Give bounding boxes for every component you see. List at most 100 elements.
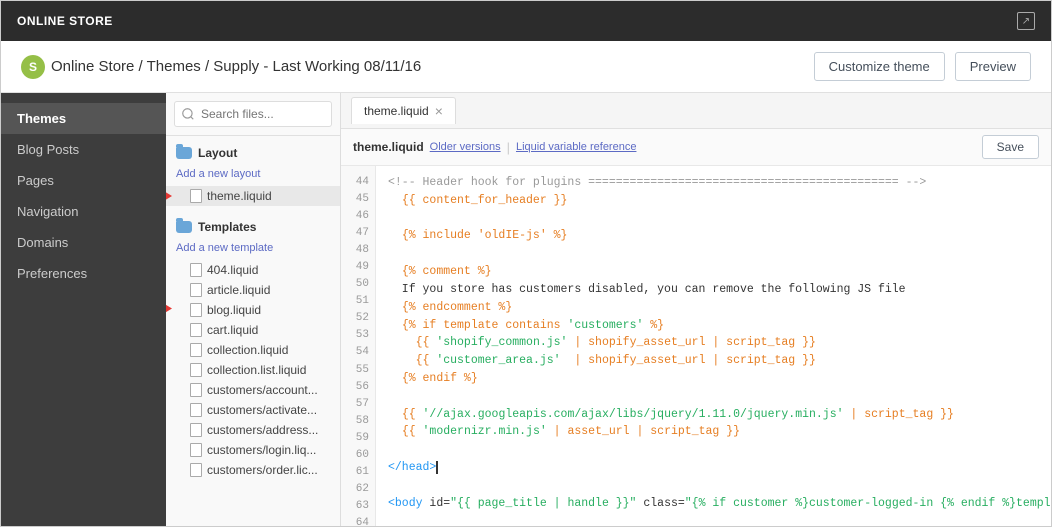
code-line-50: If you store has customers disabled, you…	[388, 281, 1039, 299]
file-icon	[190, 383, 202, 397]
code-editor[interactable]: 44 45 46 47 48 49 50 51 52 53 54 55 56 5…	[341, 166, 1051, 526]
file-item-theme-liquid[interactable]: theme.liquid	[166, 186, 340, 206]
ln-58: 58	[341, 413, 375, 430]
code-line-48	[388, 245, 1039, 263]
liquid-reference-link[interactable]: Liquid variable reference	[516, 141, 636, 153]
sidebar-item-domains[interactable]: Domains	[1, 227, 166, 258]
ln-59: 59	[341, 430, 375, 447]
tab-close-button[interactable]: ×	[435, 104, 443, 118]
templates-section-label: Templates	[198, 220, 256, 234]
content-area: Themes Blog Posts Pages Navigation Domai…	[1, 93, 1051, 526]
ln-52: 52	[341, 310, 375, 327]
file-name: customers/address...	[207, 423, 318, 437]
file-item-cust-account[interactable]: customers/account...	[166, 380, 340, 400]
editor-tabs: theme.liquid ×	[341, 93, 1051, 129]
editor-area: theme.liquid × theme.liquid Older versio…	[341, 93, 1051, 526]
ln-49: 49	[341, 259, 375, 276]
ln-46: 46	[341, 208, 375, 225]
sidebar-item-themes[interactable]: Themes	[1, 103, 166, 134]
layout-section-header: Layout	[166, 140, 340, 166]
code-line-55: {% endif %}	[388, 370, 1039, 388]
ln-48: 48	[341, 242, 375, 259]
file-icon	[190, 343, 202, 357]
file-icon	[190, 323, 202, 337]
code-line-49: {% comment %}	[388, 263, 1039, 281]
file-item-cust-order[interactable]: customers/order.lic...	[166, 460, 340, 480]
code-line-57: {{ '//ajax.googleapis.com/ajax/libs/jque…	[388, 406, 1039, 424]
file-name: customers/order.lic...	[207, 463, 318, 477]
pipe-separator: |	[507, 140, 510, 155]
ln-64: 64	[341, 515, 375, 526]
header-actions: Customize theme Preview	[814, 52, 1031, 81]
sidebar-item-preferences[interactable]: Preferences	[1, 258, 166, 289]
ln-54: 54	[341, 344, 375, 361]
file-name: cart.liquid	[207, 323, 258, 337]
top-bar-title: ONLINE STORE	[17, 14, 1017, 28]
ln-51: 51	[341, 293, 375, 310]
templates-folder-icon	[176, 221, 192, 233]
sidebar-item-blog-posts[interactable]: Blog Posts	[1, 134, 166, 165]
ln-45: 45	[341, 191, 375, 208]
ln-55: 55	[341, 362, 375, 379]
preview-button[interactable]: Preview	[955, 52, 1031, 81]
ln-57: 57	[341, 396, 375, 413]
ln-61: 61	[341, 464, 375, 481]
code-content[interactable]: <!-- Header hook for plugins ===========…	[376, 166, 1051, 526]
breadcrumb: S Online Store / Themes / Supply - Last …	[21, 55, 814, 79]
code-line-56	[388, 388, 1039, 406]
file-item-collection[interactable]: collection.liquid	[166, 340, 340, 360]
code-line-52: {% if template contains 'customers' %}	[388, 317, 1039, 335]
sidebar-item-pages[interactable]: Pages	[1, 165, 166, 196]
toolbar-right: Save	[982, 135, 1039, 159]
file-icon	[190, 189, 202, 203]
arrow-indicator-2	[166, 303, 172, 315]
ln-62: 62	[341, 481, 375, 498]
code-line-61	[388, 477, 1039, 495]
file-icon	[190, 443, 202, 457]
breadcrumb-text: Online Store / Themes / Supply - Last Wo…	[51, 58, 421, 75]
sidebar: Themes Blog Posts Pages Navigation Domai…	[1, 93, 166, 526]
arrow-indicator	[166, 190, 172, 202]
file-icon	[190, 423, 202, 437]
file-item-article[interactable]: article.liquid	[166, 280, 340, 300]
add-template-link[interactable]: Add a new template	[166, 240, 340, 260]
older-versions-link[interactable]: Older versions	[430, 141, 501, 153]
editor-filename: theme.liquid	[353, 140, 424, 154]
customize-theme-button[interactable]: Customize theme	[814, 52, 945, 81]
save-button[interactable]: Save	[982, 135, 1039, 159]
ln-47: 47	[341, 225, 375, 242]
code-line-54: {{ 'customer_area.js' | shopify_asset_ur…	[388, 352, 1039, 370]
file-item-collection-list[interactable]: collection.list.liquid	[166, 360, 340, 380]
ln-56: 56	[341, 379, 375, 396]
search-input[interactable]	[174, 101, 332, 127]
main-header: S Online Store / Themes / Supply - Last …	[1, 41, 1051, 93]
file-item-404[interactable]: 404.liquid	[166, 260, 340, 280]
file-icon	[190, 283, 202, 297]
ln-63: 63	[341, 498, 375, 515]
file-name: blog.liquid	[207, 303, 261, 317]
file-item-cust-login[interactable]: customers/login.liq...	[166, 440, 340, 460]
file-icon	[190, 363, 202, 377]
editor-toolbar: theme.liquid Older versions | Liquid var…	[341, 129, 1051, 166]
code-line-46	[388, 210, 1039, 228]
sidebar-item-navigation[interactable]: Navigation	[1, 196, 166, 227]
code-line-58: {{ 'modernizr.min.js' | asset_url | scri…	[388, 423, 1039, 441]
file-name: collection.list.liquid	[207, 363, 306, 377]
ln-53: 53	[341, 327, 375, 344]
editor-tab-theme-liquid[interactable]: theme.liquid ×	[351, 97, 456, 124]
file-item-cust-address[interactable]: customers/address...	[166, 420, 340, 440]
code-line-63	[388, 512, 1039, 526]
file-name: customers/activate...	[207, 403, 317, 417]
file-item-cust-activate[interactable]: customers/activate...	[166, 400, 340, 420]
ln-50: 50	[341, 276, 375, 293]
code-line-47: {% include 'oldIE-js' %}	[388, 227, 1039, 245]
code-line-44: <!-- Header hook for plugins ===========…	[388, 174, 1039, 192]
line-numbers: 44 45 46 47 48 49 50 51 52 53 54 55 56 5…	[341, 166, 376, 526]
file-item-cart[interactable]: cart.liquid	[166, 320, 340, 340]
external-link-icon[interactable]: ↗	[1017, 12, 1035, 30]
file-item-blog[interactable]: blog.liquid	[166, 300, 340, 320]
add-layout-link[interactable]: Add a new layout	[166, 166, 340, 186]
file-name-theme-liquid: theme.liquid	[207, 189, 272, 203]
code-line-45: {{ content_for_header }}	[388, 192, 1039, 210]
file-name: customers/login.liq...	[207, 443, 316, 457]
